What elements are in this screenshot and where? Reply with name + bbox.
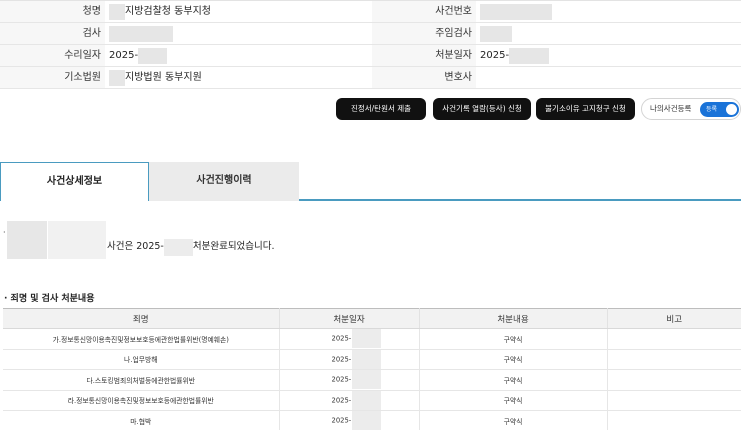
redacted-block (352, 349, 382, 369)
status-message: 사건은 2025- 처분완료되었습니다. (107, 238, 275, 256)
status-text-suffix: 처분완료되었습니다. (192, 241, 275, 252)
prosecutor-label: 검사 (0, 23, 105, 44)
charge-note (607, 390, 741, 411)
my-case-toggle[interactable]: 등록 (700, 102, 739, 117)
charge-name: 나.업무방해 (3, 349, 280, 370)
table-row: 라.정보통신망이용촉진및정보보호등에관한법률위반 2025- 구약식 (3, 390, 741, 411)
charge-name: 가.정보통신망이용촉진및정보보호등에관한법률위반(명예훼손) (3, 328, 280, 350)
case-number-label: 사건번호 (372, 1, 476, 22)
disposition-date-value: 2025- (476, 45, 741, 66)
charge-result: 구약식 (419, 410, 608, 430)
table-header-row: 죄명 처분일자 처분내용 비고 (3, 308, 741, 329)
case-info-table: 청명 지방검찰청 동부지청 사건번호 검사 주임검사 수리일자 2025- 처분… (0, 0, 741, 89)
table-row: 가.정보통신망이용촉진및정보보호등에관한법률위반(명예훼손) 2025- 구약식 (3, 328, 741, 350)
date-text: 2025- (331, 355, 352, 364)
date-text: 2025- (331, 375, 352, 384)
my-case-label: 나의사건등록 (650, 104, 692, 113)
disposition-date-text: 2025- (480, 49, 510, 61)
lead-prosecutor-value (476, 23, 741, 44)
charge-date: 2025- (279, 390, 420, 411)
prosecutor-value (105, 23, 372, 44)
status-bullet: · (3, 228, 6, 237)
court-text: 지방법원 동부지원 (125, 71, 202, 83)
lawyer-label: 변호사 (372, 67, 476, 88)
charge-result: 구약식 (419, 349, 608, 370)
tab-bar: 사건상세정보 사건진행이력 (0, 162, 741, 201)
header-disposition-date: 처분일자 (279, 308, 420, 329)
redacted-block (109, 25, 173, 42)
lead-prosecutor-label: 주임검사 (372, 23, 476, 44)
date-text: 2025- (331, 396, 352, 405)
redacted-block (109, 3, 125, 20)
redacted-block (480, 3, 552, 20)
charge-name: 마.협박 (3, 410, 280, 430)
info-row-dates: 수리일자 2025- 처분일자 2025- (0, 45, 741, 67)
charge-date: 2025- (279, 328, 420, 350)
my-case-register: 나의사건등록 등록 (641, 98, 741, 120)
charge-note (607, 369, 741, 391)
header-disposition: 처분내용 (419, 308, 608, 329)
office-label: 청명 (0, 1, 105, 22)
office-value: 지방검찰청 동부지청 (105, 1, 372, 22)
charge-name: 다.스토킹범죄의처벌등에관한법률위반 (3, 369, 280, 391)
submit-petition-button[interactable]: 진정서/탄원서 제출 (336, 98, 426, 120)
redacted-block (163, 238, 193, 256)
redacted-block (109, 69, 125, 86)
charge-note (607, 349, 741, 370)
table-row: 다.스토킹범죄의처벌등에관한법률위반 2025- 구약식 (3, 369, 741, 391)
redacted-block (352, 329, 382, 349)
redacted-block (352, 370, 382, 390)
header-charge: 죄명 (3, 308, 280, 329)
charges-table: 죄명 처분일자 처분내용 비고 가.정보통신망이용촉진및정보보호등에관한법률위반… (3, 308, 741, 430)
charge-result: 구약식 (419, 369, 608, 391)
received-date-label: 수리일자 (0, 45, 105, 66)
redacted-block (480, 25, 512, 42)
charge-name: 라.정보통신망이용촉진및정보보호등에관한법률위반 (3, 390, 280, 411)
office-text: 지방검찰청 동부지청 (125, 5, 211, 17)
toggle-knob (726, 104, 737, 115)
info-row-court: 기소법원 지방법원 동부지원 변호사 (0, 67, 741, 89)
status-text-prefix: 사건은 2025- (107, 241, 164, 252)
charge-note (607, 410, 741, 430)
redacted-block (48, 221, 106, 259)
redacted-block (7, 221, 47, 259)
header-note: 비고 (607, 308, 741, 329)
disposition-date-label: 처분일자 (372, 45, 476, 66)
redacted-block (352, 411, 382, 430)
charge-result: 구약식 (419, 328, 608, 350)
charge-date: 2025- (279, 349, 420, 370)
toggle-text: 등록 (706, 106, 718, 113)
redacted-block (138, 47, 168, 64)
charge-date: 2025- (279, 369, 420, 391)
info-row-prosecutor: 검사 주임검사 (0, 23, 741, 45)
tab-case-details[interactable]: 사건상세정보 (0, 162, 149, 201)
info-row-office: 청명 지방검찰청 동부지청 사건번호 (0, 1, 741, 23)
table-row: 나.업무방해 2025- 구약식 (3, 349, 741, 370)
date-text: 2025- (331, 416, 352, 425)
received-date-value: 2025- (105, 45, 372, 66)
charge-result: 구약식 (419, 390, 608, 411)
action-bar: 진정서/탄원서 제출 사건기록 열람(등사) 신청 불기소이유 고지청구 신청 … (0, 98, 741, 120)
court-label: 기소법원 (0, 67, 105, 88)
tab-case-history[interactable]: 사건진행이력 (149, 162, 299, 201)
case-status: · 사건은 2025- 처분완료되었습니다. (0, 220, 741, 260)
charge-date: 2025- (279, 410, 420, 430)
record-access-request-button[interactable]: 사건기록 열람(등사) 신청 (433, 98, 531, 120)
charge-note (607, 328, 741, 350)
redacted-block (352, 390, 382, 410)
table-row: 마.협박 2025- 구약식 (3, 410, 741, 430)
charges-section-title: · 죄명 및 검사 처분내용 (4, 294, 95, 304)
non-prosecution-notice-button[interactable]: 불기소이유 고지청구 신청 (536, 98, 635, 120)
lawyer-value (476, 67, 741, 88)
case-number-value (476, 1, 741, 22)
date-text: 2025- (331, 334, 352, 343)
received-date-text: 2025- (109, 49, 139, 61)
redacted-block (509, 47, 550, 64)
court-value: 지방법원 동부지원 (105, 67, 372, 88)
